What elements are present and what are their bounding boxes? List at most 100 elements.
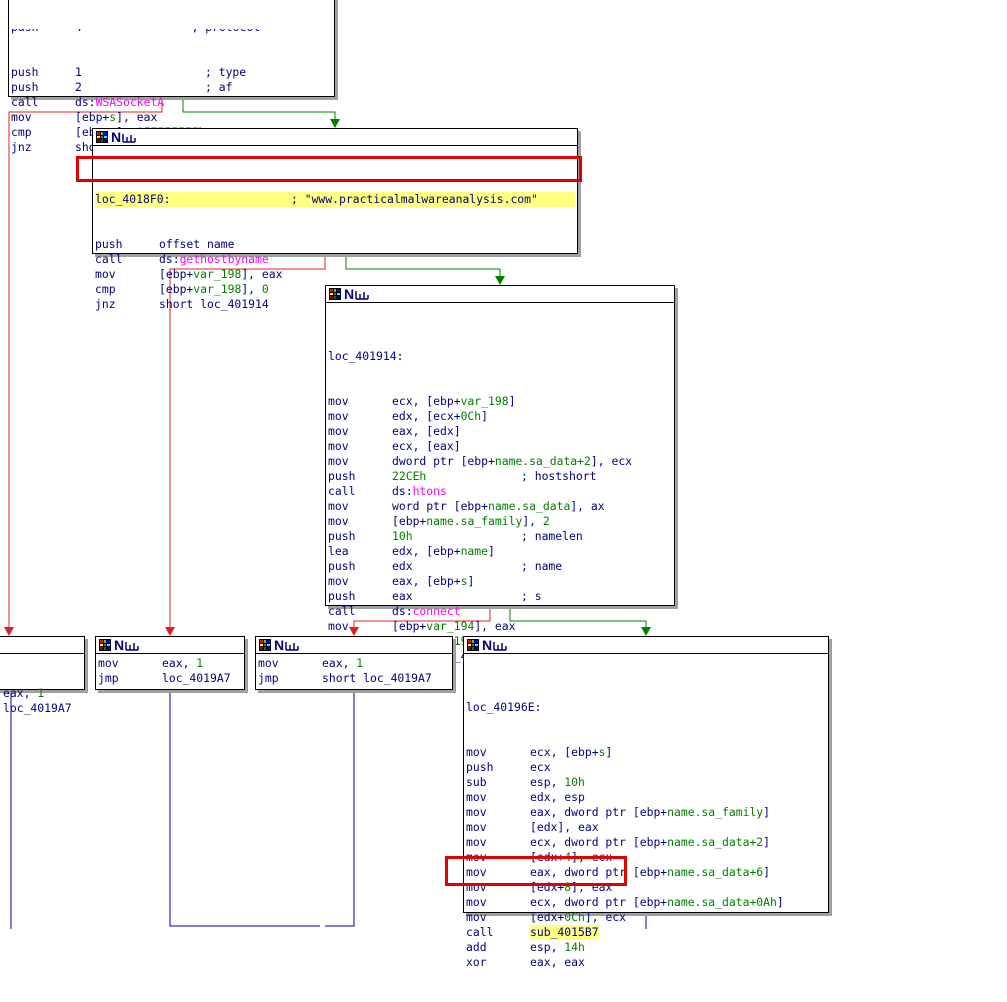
code-line[interactable]: push edx ; name (328, 559, 672, 574)
color-grid-icon (259, 639, 271, 651)
operand[interactable]: sub_4015B7 (530, 925, 599, 940)
code-line-label[interactable]: loc_401914: (328, 349, 672, 364)
code-line[interactable]: mov eax, dword ptr [ebp+name.sa_family] (466, 805, 826, 820)
operand-text: [ebp+ (392, 514, 427, 528)
code-line[interactable]: mov edx, esp (466, 790, 826, 805)
code-line[interactable]: push 2 ; af (11, 80, 332, 95)
code-line[interactable]: mov ecx, [ebp+s] (466, 745, 826, 760)
code-line[interactable]: mov [ebp+var_198], eax (95, 267, 575, 282)
operand-text: [ebp+ (159, 282, 194, 296)
code-line[interactable]: mov dword ptr [ebp+name.sa_data+2], ecx (328, 454, 672, 469)
code-line[interactable]: jmp loc_4019A7 (98, 671, 242, 686)
mnemonic: mov (328, 574, 349, 588)
mnemonic: push (466, 760, 494, 774)
operand: edx, [ecx+0Ch] (392, 409, 488, 424)
operand-text: ecx, dword ptr [ebp+ (530, 835, 668, 849)
numeric-constant: 0Ch (460, 409, 482, 423)
operand: [ebp+var_194], eax (392, 619, 515, 634)
label-loc-4018f0[interactable]: loc_4018F0: (95, 192, 291, 207)
operand: ecx, dword ptr [ebp+name.sa_data+2] (530, 835, 770, 850)
node-fail-3[interactable]: N mov eax, 1 jmp short loc_4019A7 (255, 636, 453, 690)
code-line[interactable]: call ds:connect (328, 604, 672, 619)
mnemonic: mov (328, 439, 349, 453)
code-line[interactable]: mov [ebp+var_194], eax (328, 619, 672, 634)
operand-text: ] (605, 745, 613, 759)
api-name: WSASocketA (95, 95, 165, 109)
color-grid-icon (467, 639, 479, 651)
mnemonic: add (466, 940, 487, 954)
node-n-icon: N (114, 637, 125, 653)
code-line[interactable]: mov word ptr [ebp+name.sa_data], ax (328, 499, 672, 514)
mnemonic: push (11, 80, 39, 94)
node-connect[interactable]: N loc_401914: mov ecx, [ebp+var_198] mov ed… (325, 285, 675, 663)
operand: 2 (75, 80, 82, 95)
comment: ; hostshort (521, 469, 597, 483)
operand-text: ecx, [ebp+ (530, 745, 599, 759)
node-fail-2[interactable]: N mov eax, 1 jmp loc_4019A7 (95, 636, 245, 690)
symbol-name: var_194 (426, 619, 475, 633)
code-line[interactable]: push 1 ; type (11, 65, 332, 80)
operand-text: eax, [edx] (392, 424, 461, 438)
operand: edx, [ebp+name] (392, 544, 495, 559)
code-line[interactable]: push eax ; s (328, 589, 672, 604)
code-line[interactable]: sub esp, 10h (466, 775, 826, 790)
code-line[interactable]: xor eax, eax (466, 955, 826, 970)
code-line[interactable]: eax, 1 (3, 686, 82, 701)
operand-text: esp, (530, 775, 565, 789)
code-line[interactable]: call ds:gethostbyname (95, 252, 575, 267)
code-line[interactable]: mov eax, [ebp+s] (328, 574, 672, 589)
code-line[interactable]: mov [ebp+s], eax (11, 110, 332, 125)
code-line[interactable]: mov eax, 1 (258, 656, 450, 671)
operand: [edx], eax (530, 820, 599, 835)
numeric-constant: 1 (37, 686, 45, 700)
code-line[interactable]: mov ecx, [ebp+var_198] (328, 394, 672, 409)
code-line[interactable]: mov ecx, dword ptr [ebp+name.sa_data+0Ah] (466, 895, 826, 910)
code-line[interactable]: push 10h ; namelen (328, 529, 672, 544)
code-line-label[interactable]: loc_4018F0:; "www.practicalmalwareanalys… (95, 192, 575, 207)
operand: offset name (159, 237, 234, 252)
code-line[interactable]: lea edx, [ebp+name] (328, 544, 672, 559)
mnemonic: mov (466, 895, 487, 909)
code-line[interactable]: mov [edx+0Ch], ecx (466, 910, 826, 925)
node-fail-1[interactable]: eax, 1 loc_4019A7 (0, 636, 85, 715)
operand-text: ] (763, 835, 771, 849)
code-line-label[interactable]: loc_40196E: (466, 700, 826, 715)
code-line[interactable]: mov eax, [edx] (328, 424, 672, 439)
code-line[interactable]: mov ecx, dword ptr [ebp+name.sa_data+2] (466, 835, 826, 850)
node-wsasocket[interactable]: push4 ; protocol push1; typepush2; afcal… (8, 0, 335, 154)
node-n-icon: N (482, 637, 493, 653)
symbol-name: name.sa_data+2 (494, 454, 591, 468)
node-gethostbyname[interactable]: N loc_4018F0:; "www.practicalmalwareanal… (92, 128, 578, 311)
operand-text: short loc_401914 (159, 297, 269, 311)
code-line[interactable]: mov edx, [ecx+0Ch] (328, 409, 672, 424)
symbol-name: name.sa_data+6 (667, 865, 764, 879)
code-line[interactable]: mov ecx, [eax] (328, 439, 672, 454)
label-loc-401914[interactable]: loc_401914: (328, 349, 403, 364)
code-line[interactable]: add esp, 14h (466, 940, 826, 955)
code-line[interactable]: mov eax, 1 (98, 656, 242, 671)
symbol-name: name.sa_family (426, 514, 523, 528)
mnemonic: mov (328, 409, 349, 423)
code-line[interactable]: call ds:htons (328, 484, 672, 499)
code-line[interactable]: push offset name (95, 237, 575, 252)
operand-text: eax (392, 589, 413, 603)
operand-text: ] (508, 394, 516, 408)
code-line[interactable]: push 22CEh ; hostshort (328, 469, 672, 484)
operand: ecx, [eax] (392, 439, 461, 454)
code-line[interactable]: mov [edx], eax (466, 820, 826, 835)
code-line[interactable]: mov [ebp+name.sa_family], 2 (328, 514, 672, 529)
comment: ; namelen (521, 529, 583, 543)
comment: ; name (521, 559, 563, 573)
operand-text: word ptr [ebp+ (392, 499, 489, 513)
code-line[interactable]: loc_4019A7 (3, 701, 82, 716)
code-line[interactable]: call ds:WSASocketA (11, 95, 332, 110)
code-line[interactable]: call sub_4015B7 (466, 925, 826, 940)
symbol-name: name.sa_data+2 (667, 835, 764, 849)
code-line[interactable]: jmp short loc_4019A7 (258, 671, 450, 686)
operand-text: 1 (75, 65, 82, 79)
label-loc-40196e[interactable]: loc_40196E: (466, 700, 541, 715)
mnemonic: mov (328, 619, 349, 633)
operand-text: ] (467, 574, 475, 588)
code-line[interactable]: push ecx (466, 760, 826, 775)
operand-text: eax, (162, 656, 197, 670)
